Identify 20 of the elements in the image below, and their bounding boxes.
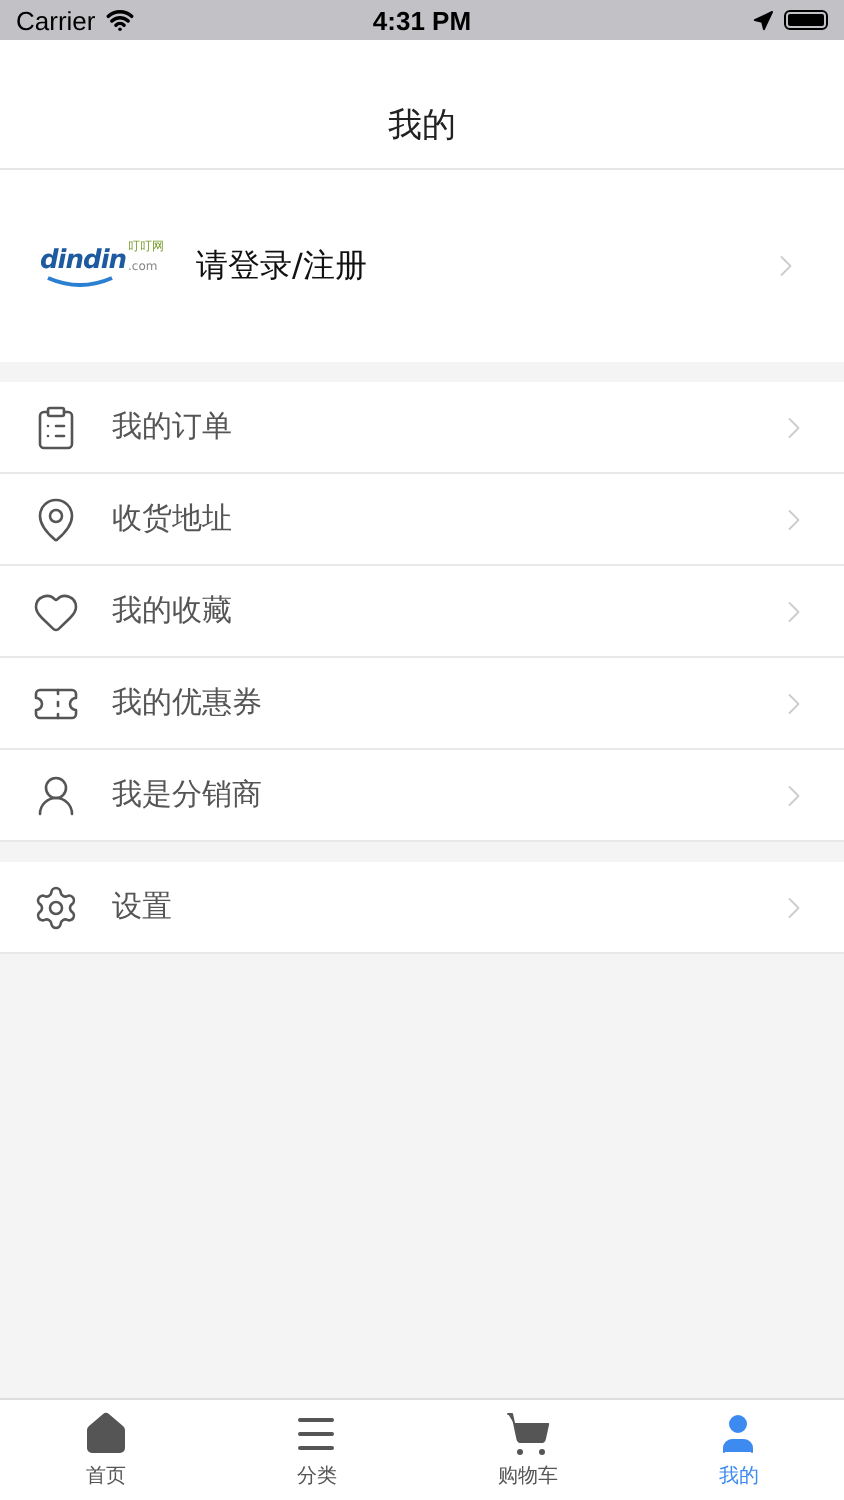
battery-icon bbox=[783, 10, 828, 30]
tab[interactable]: 购物车 bbox=[422, 1400, 633, 1500]
home-icon bbox=[81, 1410, 130, 1458]
menu-item[interactable]: 我的收藏 bbox=[0, 566, 844, 658]
menu-item[interactable]: 收货地址 bbox=[0, 474, 844, 566]
tab[interactable]: 分类 bbox=[211, 1400, 422, 1500]
tab[interactable]: 首页 bbox=[0, 1400, 211, 1500]
carrier-label: Carrier bbox=[16, 5, 96, 35]
location-arrow-icon bbox=[751, 9, 774, 31]
cart-icon bbox=[503, 1410, 552, 1458]
menu-item[interactable]: 我的优惠券 bbox=[0, 658, 844, 750]
clock: 4:31 PM bbox=[372, 5, 472, 35]
tab[interactable]: 我的 bbox=[633, 1400, 844, 1500]
wifi-icon bbox=[105, 6, 134, 34]
page-title: 我的 bbox=[388, 103, 456, 147]
menu-item[interactable]: 我的订单 bbox=[0, 382, 844, 474]
settings-icon bbox=[32, 883, 80, 931]
menu-item[interactable]: 设置 bbox=[0, 862, 844, 954]
login-label: 请登录/注册 bbox=[196, 245, 369, 287]
menu-item[interactable]: 我是分销商 bbox=[0, 750, 844, 842]
